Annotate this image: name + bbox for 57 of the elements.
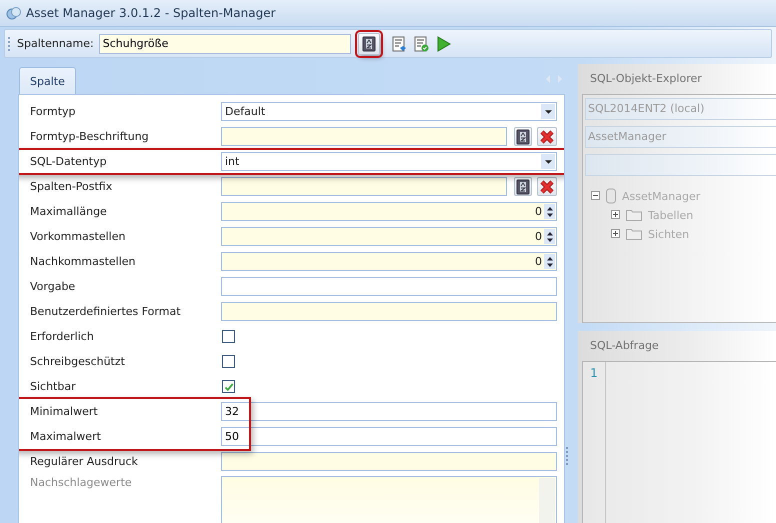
text-field[interactable] bbox=[221, 177, 507, 196]
text-field[interactable]: 32 bbox=[221, 402, 557, 421]
field-label: Vorkommastellen bbox=[30, 230, 126, 243]
collapse-icon[interactable] bbox=[591, 190, 600, 202]
field-label: Maximallänge bbox=[30, 205, 108, 218]
delete-icon[interactable] bbox=[537, 177, 557, 196]
sort-icon[interactable] bbox=[514, 127, 532, 146]
number-field[interactable]: 0 bbox=[221, 227, 557, 246]
folder-icon bbox=[626, 228, 642, 240]
field-label: Vorgabe bbox=[30, 280, 76, 293]
text-field[interactable] bbox=[221, 302, 557, 321]
app-icon bbox=[6, 5, 22, 21]
spinner-icon[interactable] bbox=[544, 229, 555, 244]
panel-title: SQL-Abfrage bbox=[589, 338, 660, 354]
grip-handle[interactable] bbox=[8, 36, 13, 50]
field-label: Formtyp bbox=[30, 105, 77, 118]
dropdown[interactable]: int bbox=[221, 152, 557, 171]
field-label: Benutzerdefiniertes Format bbox=[30, 305, 182, 318]
field-label: Minimalwert bbox=[30, 405, 99, 418]
refresh-list-icon[interactable] bbox=[390, 34, 408, 54]
field-label: Maximalwert bbox=[30, 430, 102, 443]
delete-icon[interactable] bbox=[537, 127, 557, 146]
dropdown[interactable]: Default bbox=[221, 102, 557, 121]
database-icon bbox=[606, 188, 616, 204]
folder-icon bbox=[626, 209, 642, 221]
spinner-icon[interactable] bbox=[544, 204, 555, 219]
text-field[interactable] bbox=[221, 127, 507, 146]
number-field[interactable]: 0 bbox=[221, 202, 557, 221]
field-label: Spalten-Postfix bbox=[30, 180, 114, 193]
expand-icon[interactable] bbox=[611, 208, 620, 222]
field-label: Nachschlagewerte bbox=[30, 476, 133, 489]
window-title: Asset Manager 3.0.1.2 - Spalten-Manager bbox=[26, 6, 276, 20]
checkbox[interactable] bbox=[222, 330, 235, 343]
number-field[interactable]: 0 bbox=[221, 252, 557, 271]
field-label: Spaltenname: bbox=[17, 37, 94, 50]
panel-title: SQL-Objekt-Explorer bbox=[589, 71, 703, 87]
line-number: 1 bbox=[590, 366, 598, 380]
field-label: Sichtbar bbox=[30, 380, 77, 393]
field-label: Erforderlich bbox=[30, 330, 95, 343]
checkbox[interactable] bbox=[222, 355, 235, 368]
field-label: Schreibgeschützt bbox=[30, 355, 126, 368]
field-label: Regulärer Ausdruck bbox=[30, 455, 139, 468]
field-label: Formtyp-Beschriftung bbox=[30, 130, 150, 143]
sort-icon[interactable] bbox=[514, 177, 532, 196]
text-field[interactable]: 50 bbox=[221, 427, 557, 446]
field-label: Nachkommastellen bbox=[30, 255, 137, 268]
field-label: SQL-Datentyp bbox=[30, 155, 108, 168]
spinner-icon[interactable] bbox=[544, 254, 555, 269]
expand-icon[interactable] bbox=[611, 228, 620, 240]
column-name-field[interactable]: Schuhgröße bbox=[98, 34, 351, 54]
checkbox[interactable] bbox=[222, 380, 235, 393]
text-field[interactable] bbox=[221, 277, 557, 296]
tab[interactable]: Spalte bbox=[19, 67, 76, 94]
text-field[interactable] bbox=[221, 452, 557, 471]
splitter-grip[interactable] bbox=[566, 447, 571, 465]
validate-list-icon[interactable] bbox=[412, 34, 430, 54]
filter-field[interactable] bbox=[585, 154, 776, 176]
